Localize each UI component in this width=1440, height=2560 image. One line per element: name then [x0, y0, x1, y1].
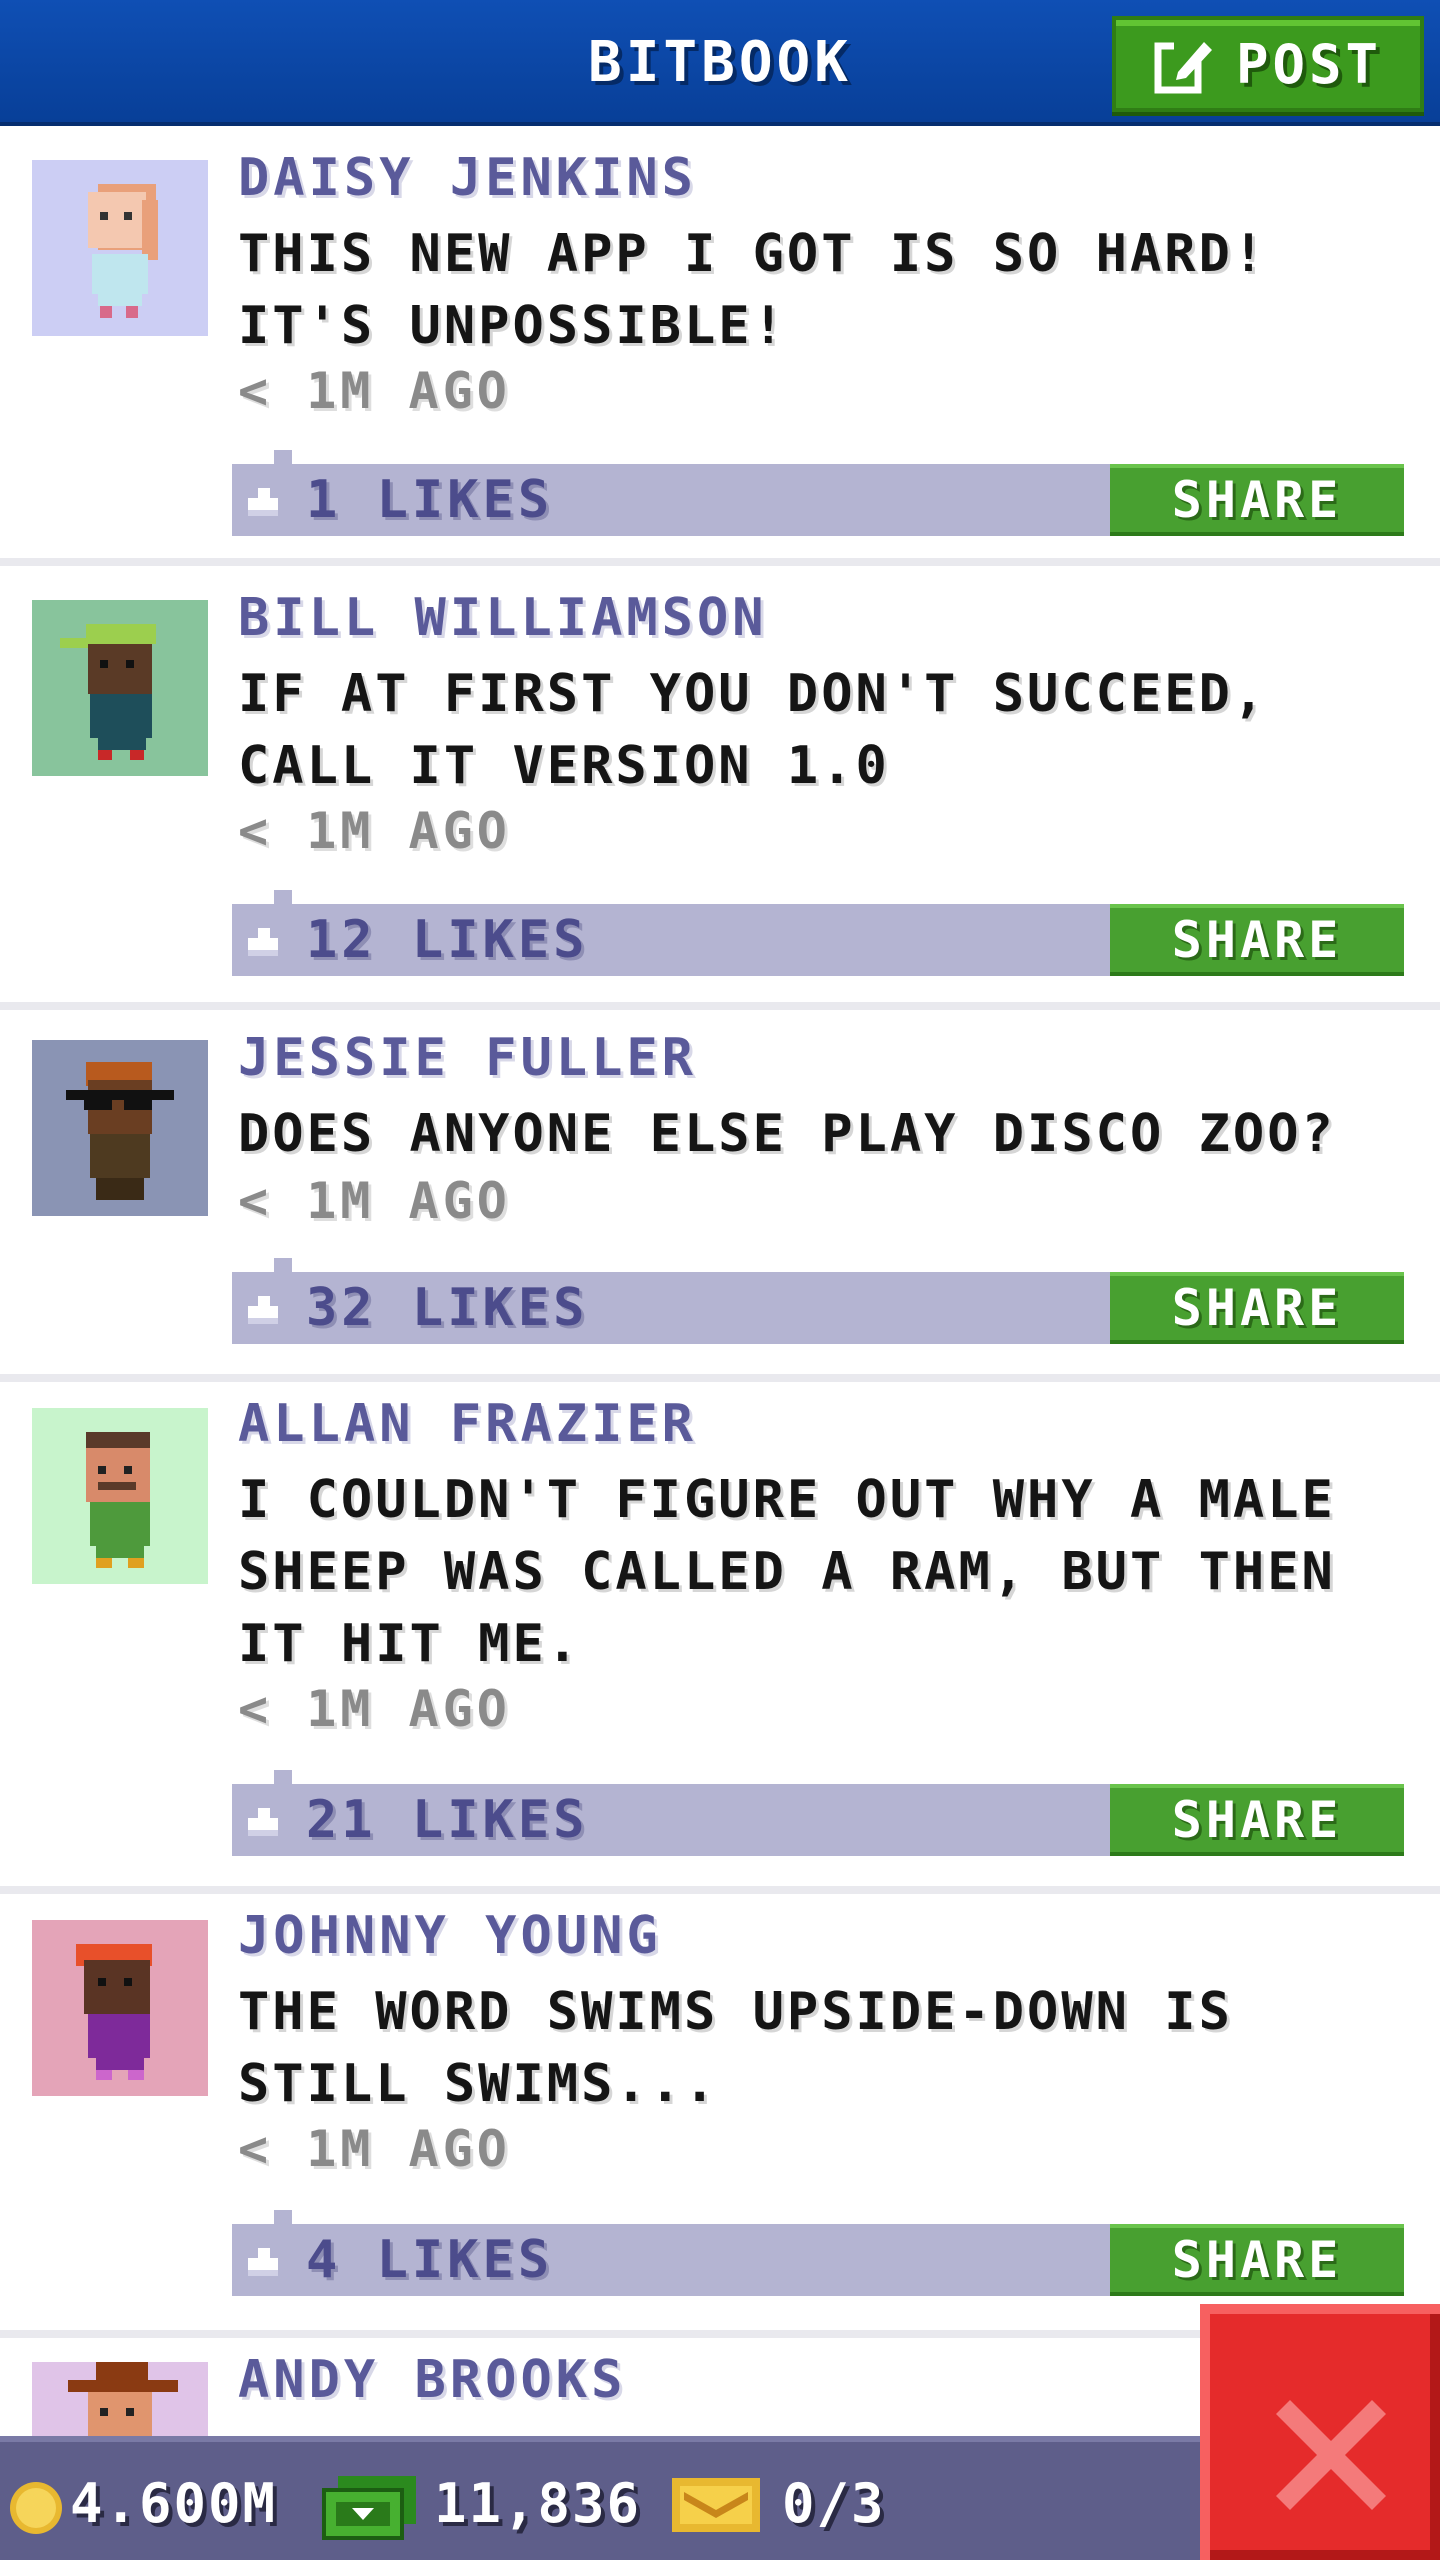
- compose-icon: [1154, 42, 1214, 94]
- post-timestamp: < 1M AGO: [238, 362, 511, 420]
- share-button[interactable]: SHARE: [1110, 464, 1404, 536]
- thumbs-up-icon[interactable]: [244, 920, 284, 960]
- share-button[interactable]: SHARE: [1110, 2224, 1404, 2296]
- like-bar: 1 LIKES SHARE: [232, 450, 1404, 536]
- avatar[interactable]: [32, 1040, 208, 1216]
- post-item: ALLAN FRAZIER I COULDN'T FIGURE OUT WHY …: [0, 1382, 1440, 1894]
- avatar-daisy: [32, 160, 208, 336]
- avatar[interactable]: [32, 1920, 208, 2096]
- post-author[interactable]: DAISY JENKINS: [238, 148, 697, 208]
- share-button[interactable]: SHARE: [1110, 904, 1404, 976]
- avatar-bill: [32, 600, 208, 776]
- post-text: THE WORD SWIMS UPSIDE-DOWN IS STILL SWIM…: [238, 1982, 1233, 2114]
- avatar[interactable]: [32, 600, 208, 776]
- tower-bux-icon: [322, 2476, 416, 2540]
- post-text: THIS NEW APP I GOT IS SO HARD! IT'S UNPO…: [238, 224, 1268, 356]
- like-bar-tab: [274, 1258, 292, 1272]
- ticket-icon: [672, 2478, 760, 2532]
- post-item: DAISY JENKINS THIS NEW APP I GOT IS SO H…: [0, 130, 1440, 566]
- like-bar-tab: [274, 2210, 292, 2224]
- likes-count[interactable]: 1 LIKES: [306, 470, 553, 530]
- post-button[interactable]: POST: [1112, 16, 1424, 112]
- avatar-jessie: [32, 1040, 208, 1216]
- avatar-allan: [32, 1408, 208, 1584]
- thumbs-up-icon[interactable]: [244, 480, 284, 520]
- avatar[interactable]: [32, 1408, 208, 1584]
- likes-count[interactable]: 12 LIKES: [306, 910, 588, 970]
- like-bar: 12 LIKES SHARE: [232, 890, 1404, 976]
- post-timestamp: < 1M AGO: [238, 802, 511, 860]
- like-bar-tab: [274, 890, 292, 904]
- post-button-label: POST: [1235, 32, 1383, 96]
- share-button[interactable]: SHARE: [1110, 1272, 1404, 1344]
- share-button[interactable]: SHARE: [1110, 1784, 1404, 1856]
- like-bar-tab: [274, 450, 292, 464]
- post-author[interactable]: JOHNNY YOUNG: [238, 1906, 662, 1966]
- close-icon: [1276, 2400, 1386, 2510]
- header-bar: BITBOOK POST: [0, 0, 1440, 126]
- likes-count[interactable]: 32 LIKES: [306, 1278, 588, 1338]
- bux-value: 11,836: [434, 2472, 642, 2535]
- post-timestamp: < 1M AGO: [238, 1172, 511, 1230]
- tickets-value: 0/3: [782, 2472, 886, 2535]
- likes-count[interactable]: 4 LIKES: [306, 2230, 553, 2290]
- post-text: I COULDN'T FIGURE OUT WHY A MALE SHEEP W…: [238, 1470, 1336, 1674]
- thumbs-up-icon[interactable]: [244, 2240, 284, 2280]
- coin-icon: [10, 2482, 62, 2534]
- post-text: DOES ANYONE ELSE PLAY DISCO ZOO?: [238, 1104, 1336, 1164]
- avatar-johnny: [32, 1920, 208, 2096]
- post-item: JOHNNY YOUNG THE WORD SWIMS UPSIDE-DOWN …: [0, 1894, 1440, 2338]
- like-bar: 4 LIKES SHARE: [232, 2210, 1404, 2296]
- post-item: JESSIE FULLER DOES ANYONE ELSE PLAY DISC…: [0, 1010, 1440, 1382]
- post-author[interactable]: JESSIE FULLER: [238, 1028, 697, 1088]
- post-author[interactable]: BILL WILLIAMSON: [238, 588, 768, 648]
- thumbs-up-icon[interactable]: [244, 1288, 284, 1328]
- avatar[interactable]: [32, 160, 208, 336]
- post-item: BILL WILLIAMSON IF AT FIRST YOU DON'T SU…: [0, 570, 1440, 1010]
- like-bar: 32 LIKES SHARE: [232, 1258, 1404, 1344]
- like-bar-tab: [274, 1770, 292, 1784]
- like-bar: 21 LIKES SHARE: [232, 1770, 1404, 1856]
- post-text: IF AT FIRST YOU DON'T SUCCEED, CALL IT V…: [238, 664, 1268, 796]
- post-author[interactable]: ANDY BROOKS: [238, 2350, 626, 2410]
- likes-count[interactable]: 21 LIKES: [306, 1790, 588, 1850]
- thumbs-up-icon[interactable]: [244, 1800, 284, 1840]
- post-author[interactable]: ALLAN FRAZIER: [238, 1394, 697, 1454]
- post-timestamp: < 1M AGO: [238, 2120, 511, 2178]
- bitbook-screen: BITBOOK POST DAISY JENKINS THIS NEW APP …: [0, 0, 1440, 2560]
- post-timestamp: < 1M AGO: [238, 1680, 511, 1738]
- coins-value: 4.600M: [70, 2472, 278, 2535]
- close-button[interactable]: [1200, 2304, 1440, 2560]
